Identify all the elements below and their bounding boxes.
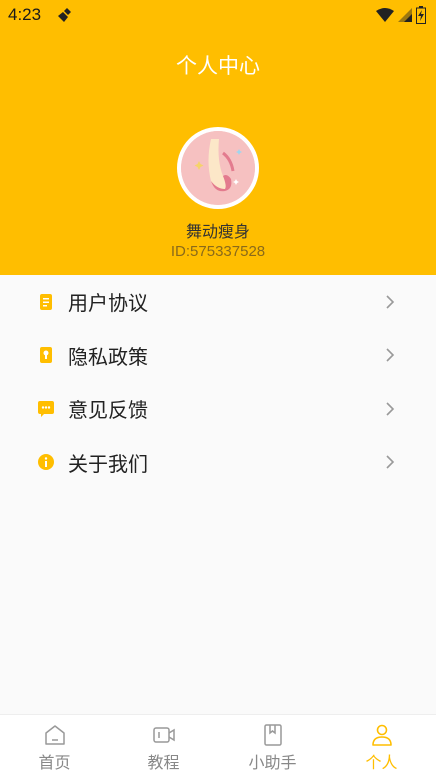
- document-icon: [40, 293, 52, 310]
- user-id: ID:575337528: [170, 243, 266, 260]
- menu-item-privacy-policy[interactable]: 隐私政策: [0, 329, 436, 383]
- chevron-right-icon: [386, 348, 395, 362]
- username: 舞动瘦身: [185, 222, 250, 241]
- page-title: 个人中心: [176, 54, 260, 78]
- message-icon: [38, 400, 54, 417]
- tab-label: 教程: [147, 753, 180, 772]
- tab-label: 个人: [365, 753, 398, 772]
- chevron-right-icon: [386, 402, 395, 416]
- chevron-right-icon: [386, 455, 395, 469]
- signal-icon: [398, 8, 412, 22]
- status-icons: [376, 5, 426, 25]
- avatar[interactable]: [177, 127, 259, 209]
- tab-assistant[interactable]: 小助手: [218, 715, 327, 776]
- ballet-shoe-icon: [181, 131, 255, 205]
- tab-label: 首页: [38, 753, 71, 772]
- menu-item-feedback[interactable]: 意见反馈: [0, 382, 436, 436]
- broom-icon: [58, 8, 71, 22]
- bottom-tab-bar: 首页 教程 小助手 个人: [0, 714, 436, 776]
- tab-label: 小助手: [248, 753, 297, 772]
- status-time: 4:23: [8, 5, 42, 24]
- menu-list: 用户协议 隐私政策 意见反馈 关于我们: [0, 275, 436, 489]
- menu-item-label: 用户协议: [68, 291, 148, 316]
- tab-profile[interactable]: 个人: [327, 715, 436, 776]
- profile-header: 4:23 个人中心 舞动瘦身 ID:575337528: [0, 0, 436, 275]
- info-icon: [38, 454, 54, 471]
- person-icon: [371, 724, 392, 746]
- home-icon: [44, 725, 65, 745]
- tab-home[interactable]: 首页: [0, 715, 109, 776]
- menu-item-about-us[interactable]: 关于我们: [0, 436, 436, 490]
- menu-item-user-agreement[interactable]: 用户协议: [0, 275, 436, 329]
- book-icon: [263, 724, 282, 746]
- menu-item-label: 意见反馈: [68, 398, 148, 423]
- tab-tutorial[interactable]: 教程: [109, 715, 218, 776]
- lock-icon: [40, 347, 52, 364]
- battery-icon: [416, 6, 426, 24]
- chevron-right-icon: [386, 295, 395, 309]
- menu-item-label: 隐私政策: [68, 344, 148, 369]
- menu-item-label: 关于我们: [68, 451, 148, 476]
- wifi-icon: [376, 8, 394, 22]
- status-bar: 4:23: [0, 0, 436, 30]
- video-icon: [152, 727, 175, 743]
